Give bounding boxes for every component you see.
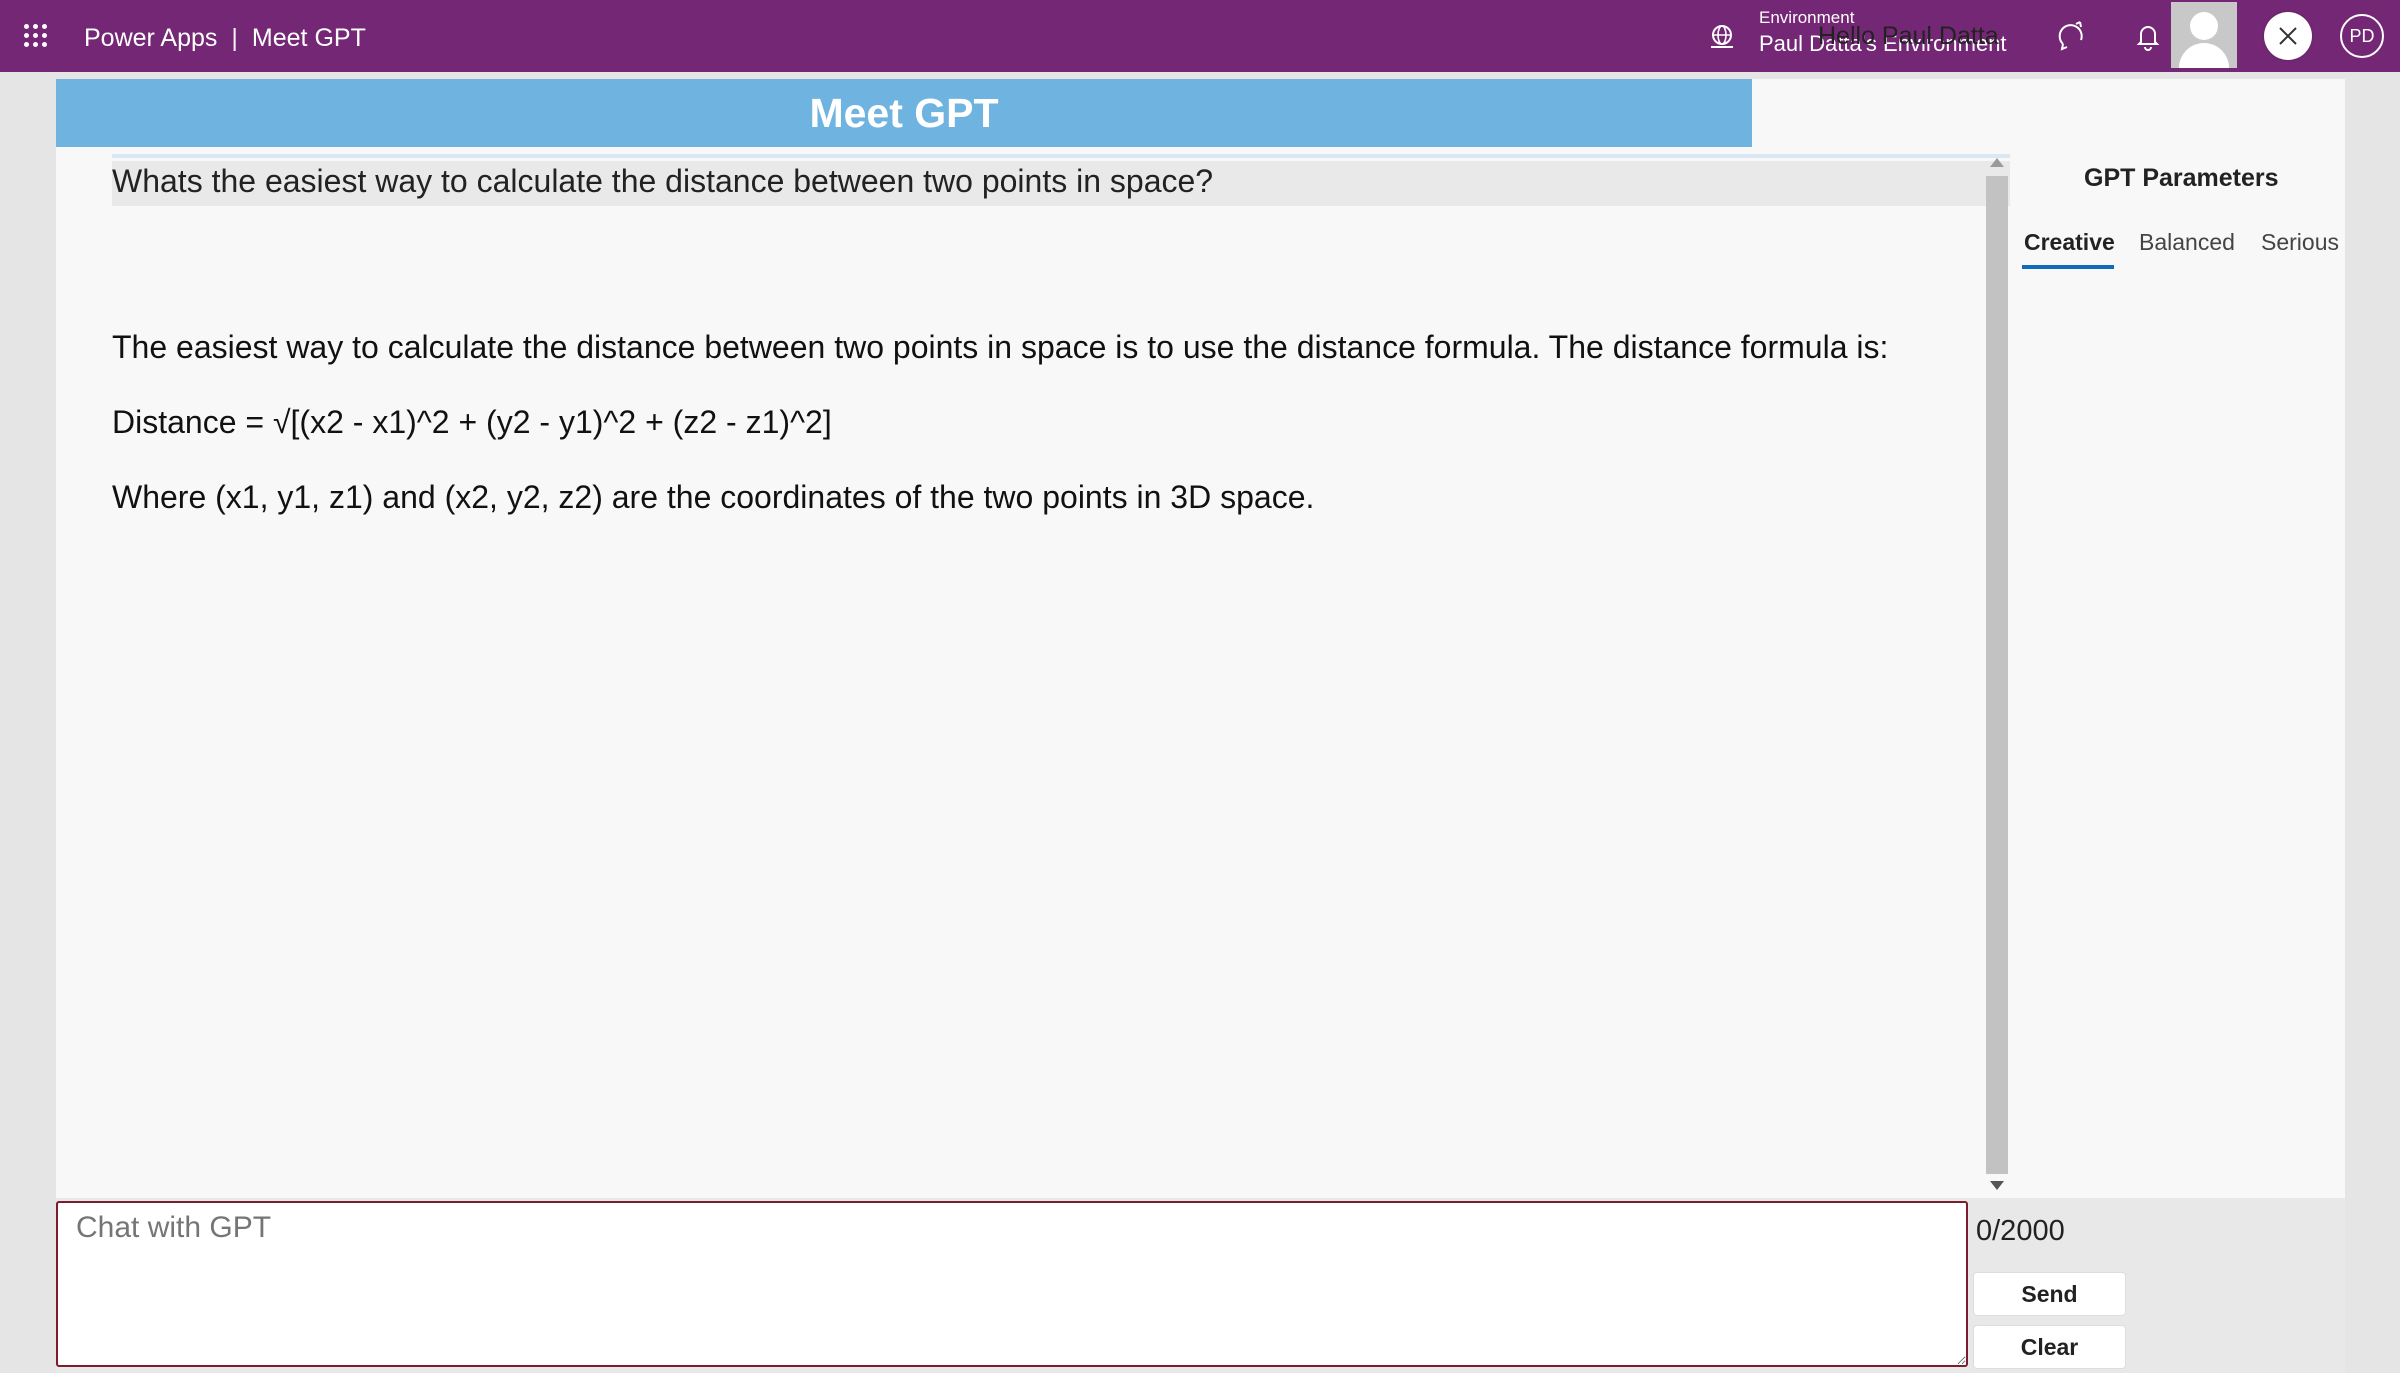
app-name[interactable]: Power Apps: [84, 24, 217, 53]
tab-creative[interactable]: Creative: [2024, 229, 2115, 256]
person-icon: [2179, 12, 2229, 68]
chat-transcript[interactable]: Whats the easiest way to calculate the d…: [56, 147, 2023, 1278]
close-icon: [2279, 27, 2297, 45]
app-header-title: Meet GPT: [56, 79, 1752, 147]
params-title: GPT Parameters: [2084, 164, 2279, 192]
bell-icon[interactable]: [2130, 18, 2166, 54]
user-greeting: Hello Paul Datta: [1818, 22, 1999, 50]
profile-avatar[interactable]: PD: [2340, 14, 2384, 58]
user-question: Whats the easiest way to calculate the d…: [112, 161, 2023, 206]
app-title: Meet GPT: [251, 24, 366, 52]
active-tab-indicator: [2022, 265, 2114, 269]
user-avatar-image: [2171, 2, 2237, 68]
scroll-down-arrow[interactable]: [1990, 1181, 2004, 1190]
copilot-icon[interactable]: [2054, 18, 2090, 54]
send-button[interactable]: Send: [1973, 1272, 2126, 1316]
environment-icon: [1711, 25, 1733, 48]
answer-line: Distance = √[(x2 - x1)^2 + (y2 - y1)^2 +…: [112, 404, 832, 440]
chat-scrollbar[interactable]: [1984, 152, 2010, 1196]
scroll-up-arrow[interactable]: [1990, 158, 2004, 167]
waffle-icon[interactable]: [22, 22, 50, 50]
gpt-parameters-panel: [2010, 146, 2345, 1198]
greeting-area: [1752, 79, 2345, 147]
scroll-thumb[interactable]: [1986, 176, 2008, 1174]
answer-line: Where (x1, y1, z1) and (x2, y2, z2) are …: [112, 479, 1315, 515]
tab-balanced[interactable]: Balanced: [2139, 229, 2235, 256]
top-bar: Power Apps | Meet GPT Environment Paul D…: [0, 0, 2400, 72]
character-counter: 0/2000: [1976, 1215, 2065, 1247]
clear-button[interactable]: Clear: [1973, 1325, 2126, 1369]
tab-serious[interactable]: Serious: [2261, 229, 2339, 256]
answer-line: The easiest way to calculate the distanc…: [112, 329, 1889, 365]
chat-input[interactable]: [56, 1201, 1968, 1367]
app-brand: Power Apps | Meet GPT: [84, 24, 366, 53]
close-button[interactable]: [2264, 12, 2312, 60]
chat-divider: [112, 154, 2023, 158]
brand-separator: |: [231, 24, 238, 52]
